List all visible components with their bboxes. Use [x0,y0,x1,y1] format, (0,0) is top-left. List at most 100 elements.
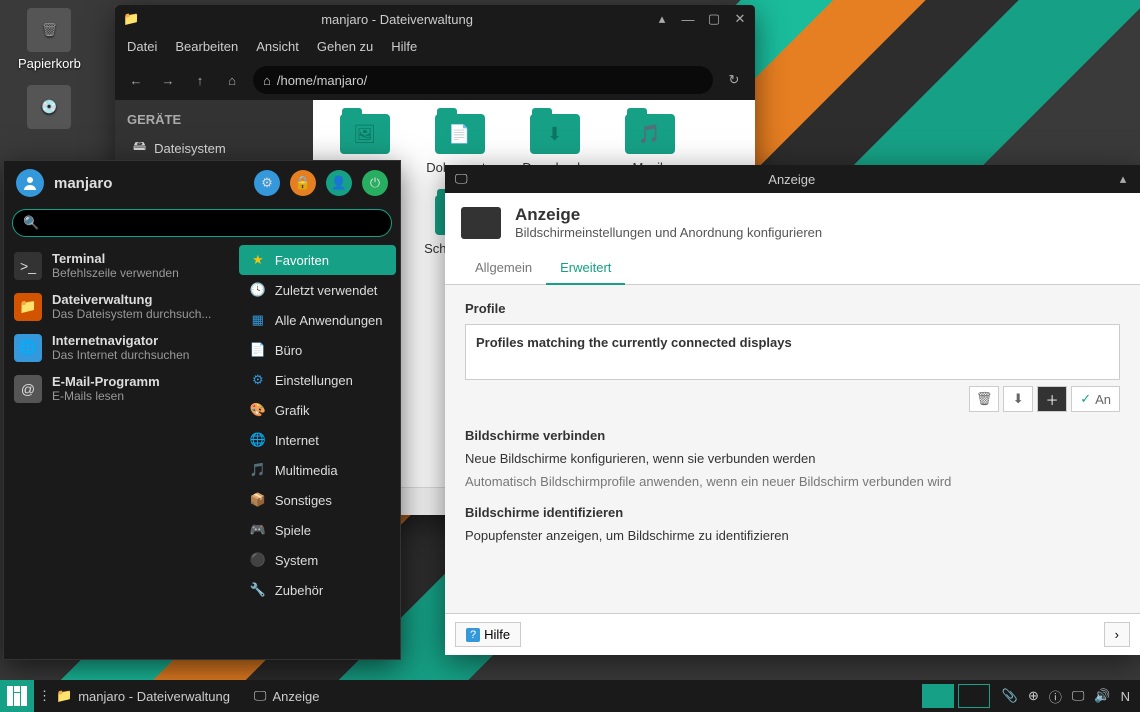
add-profile-button[interactable]: ＋ [1037,386,1067,412]
search-input[interactable] [45,216,381,231]
maximize-icon[interactable]: ▢ [707,12,721,26]
category-alle-anwendungen[interactable]: ▦Alle Anwendungen [239,305,396,335]
separator: ⋮ [34,680,44,712]
tab-general[interactable]: Allgemein [461,252,546,284]
category-multimedia[interactable]: 🎵Multimedia [239,455,396,485]
profile-list[interactable]: Profiles matching the currently connecte… [465,324,1120,380]
connect-option[interactable]: Neue Bildschirme konfigurieren, wenn sie… [465,451,1120,466]
profile-header: Profile [465,301,1120,316]
category-zuletzt-verwendet[interactable]: 🕓Zuletzt verwendet [239,275,396,305]
ds-subtitle: Bildschirmeinstellungen und Anordnung ko… [515,225,822,240]
shade-icon[interactable]: ▴ [655,12,669,26]
category-favoriten[interactable]: ★Favoriten [239,245,396,275]
switch-user-button[interactable]: 👤 [326,170,352,196]
fm-titlebar[interactable]: 📁 manjaro - Dateiverwaltung ▴ — ▢ ✕ [115,5,755,33]
back-icon[interactable]: ← [125,69,147,91]
category-icon: 🎵 [249,461,267,479]
fm-title: manjaro - Dateiverwaltung [139,12,655,27]
menu-datei[interactable]: Datei [127,39,157,54]
minimize-icon[interactable]: — [681,12,695,26]
category-icon: 🌐 [249,431,267,449]
menu-ansicht[interactable]: Ansicht [256,39,299,54]
category-system[interactable]: ⚫System [239,545,396,575]
forward-icon[interactable]: → [157,69,179,91]
wm-search[interactable]: 🔍 [12,209,392,237]
category-grafik[interactable]: 🎨Grafik [239,395,396,425]
app-terminal[interactable]: >_TerminalBefehlszeile verwenden [4,245,235,286]
user-avatar-icon[interactable] [16,169,44,197]
volume-icon[interactable]: 🔊 [1094,688,1110,704]
trash-label: Papierkorb [18,56,81,71]
identify-header: Bildschirme identifizieren [465,505,1120,520]
category-einstellungen[interactable]: ⚙Einstellungen [239,365,396,395]
ds-footer: ? Hilfe › [445,613,1140,655]
check-icon: ✓ [1080,391,1091,407]
logout-button[interactable]: ⏻ [362,170,388,196]
category-zubehör[interactable]: 🔧Zubehör [239,575,396,605]
wm-favorites-list: >_TerminalBefehlszeile verwenden📁Dateive… [4,241,235,671]
taskbar: ⋮ 📁 manjaro - Dateiverwaltung 🖵 Anzeige … [0,680,1140,712]
power-icon: ⏻ [370,175,380,191]
display-settings-window: 🖵 Anzeige ▴ Anzeige Bildschirmeinstellun… [445,165,1140,655]
category-büro[interactable]: 📄Büro [239,335,396,365]
update-icon[interactable]: ⊕ [1028,688,1039,704]
ds-window-title: Anzeige [468,172,1116,187]
delete-profile-button[interactable]: 🗑 [969,386,999,412]
taskbar-item-fm[interactable]: 📁 manjaro - Dateiverwaltung [44,680,242,712]
settings-button[interactable]: ⚙ [254,170,280,196]
app-dateiverwaltung[interactable]: 📁DateiverwaltungDas Dateisystem durchsuc… [4,286,235,327]
category-spiele[interactable]: 🎮Spiele [239,515,396,545]
menu-gehen zu[interactable]: Gehen zu [317,39,373,54]
folder-icon: 📁 [56,688,72,704]
desktop-icons: 🗑 Papierkorb 💿 [18,8,81,147]
apply-profile-button[interactable]: ✓An [1071,386,1120,412]
menu-hilfe[interactable]: Hilfe [391,39,417,54]
system-tray: 📎 ⊕ ⓘ 🖵 🔊 N [992,687,1140,706]
taskbar-item-display[interactable]: 🖵 Anzeige [242,680,332,712]
fm-app-icon: 📁 [123,11,139,27]
network-icon[interactable]: N [1121,689,1130,704]
user-icon: 👤 [331,175,347,191]
identify-option[interactable]: Popupfenster anzeigen, um Bildschirme zu… [465,528,1120,543]
close-button[interactable]: › [1104,622,1130,647]
ds-header: Anzeige Bildschirmeinstellungen und Anor… [445,193,1140,252]
reload-icon[interactable]: ↻ [723,69,745,91]
close-icon[interactable]: ✕ [733,12,747,26]
up-icon[interactable]: ↑ [189,69,211,91]
home-icon[interactable]: ⌂ [221,69,243,91]
category-sonstiges[interactable]: 📦Sonstiges [239,485,396,515]
tab-advanced[interactable]: Erweitert [546,252,625,285]
app-internetnavigator[interactable]: 🌐InternetnavigatorDas Internet durchsuch… [4,327,235,368]
category-icon: 🎮 [249,521,267,539]
ds-content: Profile Profiles matching the currently … [445,285,1140,567]
category-icon: 🕓 [249,281,267,299]
display-tray-icon[interactable]: 🖵 [1072,688,1085,704]
disk-icon[interactable]: 💿 [18,85,81,133]
lock-button[interactable]: 🔒 [290,170,316,196]
ds-app-icon: 🖵 [455,171,468,187]
workspace-2[interactable] [958,684,990,708]
category-internet[interactable]: 🌐Internet [239,425,396,455]
category-icon: 🎨 [249,401,267,419]
settings-icon: ⚙ [261,175,273,191]
shade-icon[interactable]: ▴ [1116,172,1130,186]
workspace-1[interactable] [922,684,954,708]
info-icon[interactable]: ⓘ [1049,687,1062,706]
path-bar[interactable]: ⌂ /home/manjaro/ [253,66,713,94]
save-profile-button[interactable]: ⬇ [1003,386,1033,412]
category-icon: ▦ [249,311,267,329]
plus-icon: ＋ [1046,390,1059,409]
wm-header: manjaro ⚙ 🔒 👤 ⏻ [4,161,400,205]
lock-icon: 🔒 [295,175,311,191]
fm-menubar: Datei Bearbeiten Ansicht Gehen zu Hilfe [115,33,755,60]
monitor-icon: 🖵 [254,688,267,704]
trash-glyph: 🗑 [27,8,71,52]
start-button[interactable] [0,680,34,712]
help-button[interactable]: ? Hilfe [455,622,521,647]
trash-icon[interactable]: 🗑 Papierkorb [18,8,81,71]
clipboard-icon[interactable]: 📎 [1002,688,1018,704]
menu-bearbeiten[interactable]: Bearbeiten [175,39,238,54]
app-e-mail-programm[interactable]: @E-Mail-ProgrammE-Mails lesen [4,368,235,409]
connect-sub: Automatisch Bildschirmprofile anwenden, … [465,474,1120,489]
ds-titlebar[interactable]: 🖵 Anzeige ▴ [445,165,1140,193]
